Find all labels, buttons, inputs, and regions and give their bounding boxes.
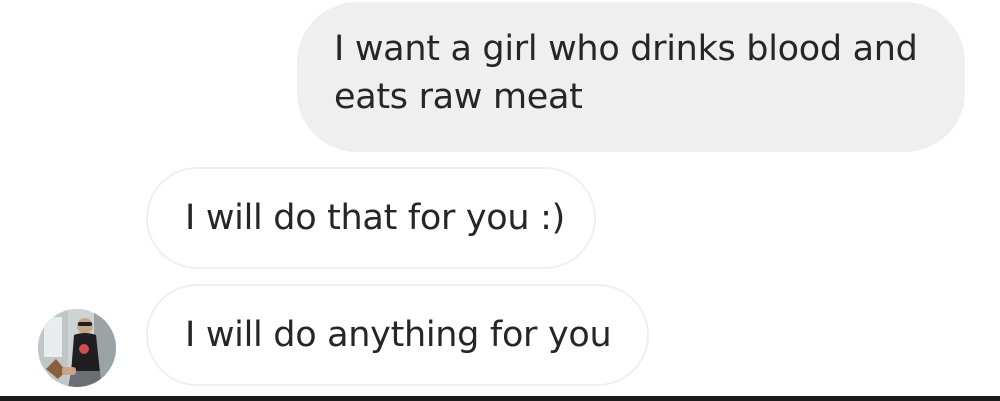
sent-message-bubble[interactable]: I want a girl who drinks blood and eats …: [297, 2, 965, 152]
received-message-bubble[interactable]: I will do anything for you: [146, 284, 649, 386]
message-text: I will do anything for you: [185, 315, 612, 355]
message-text: I will do that for you :): [185, 198, 565, 238]
bottom-edge-bar: [0, 396, 1000, 401]
message-text: I want a girl who drinks blood and eats …: [334, 29, 918, 117]
sender-avatar[interactable]: [38, 309, 116, 387]
profile-photo-icon: [38, 309, 116, 387]
chat-thread: I want a girl who drinks blood and eats …: [0, 0, 1000, 396]
received-message-bubble[interactable]: I will do that for you :): [146, 167, 596, 269]
